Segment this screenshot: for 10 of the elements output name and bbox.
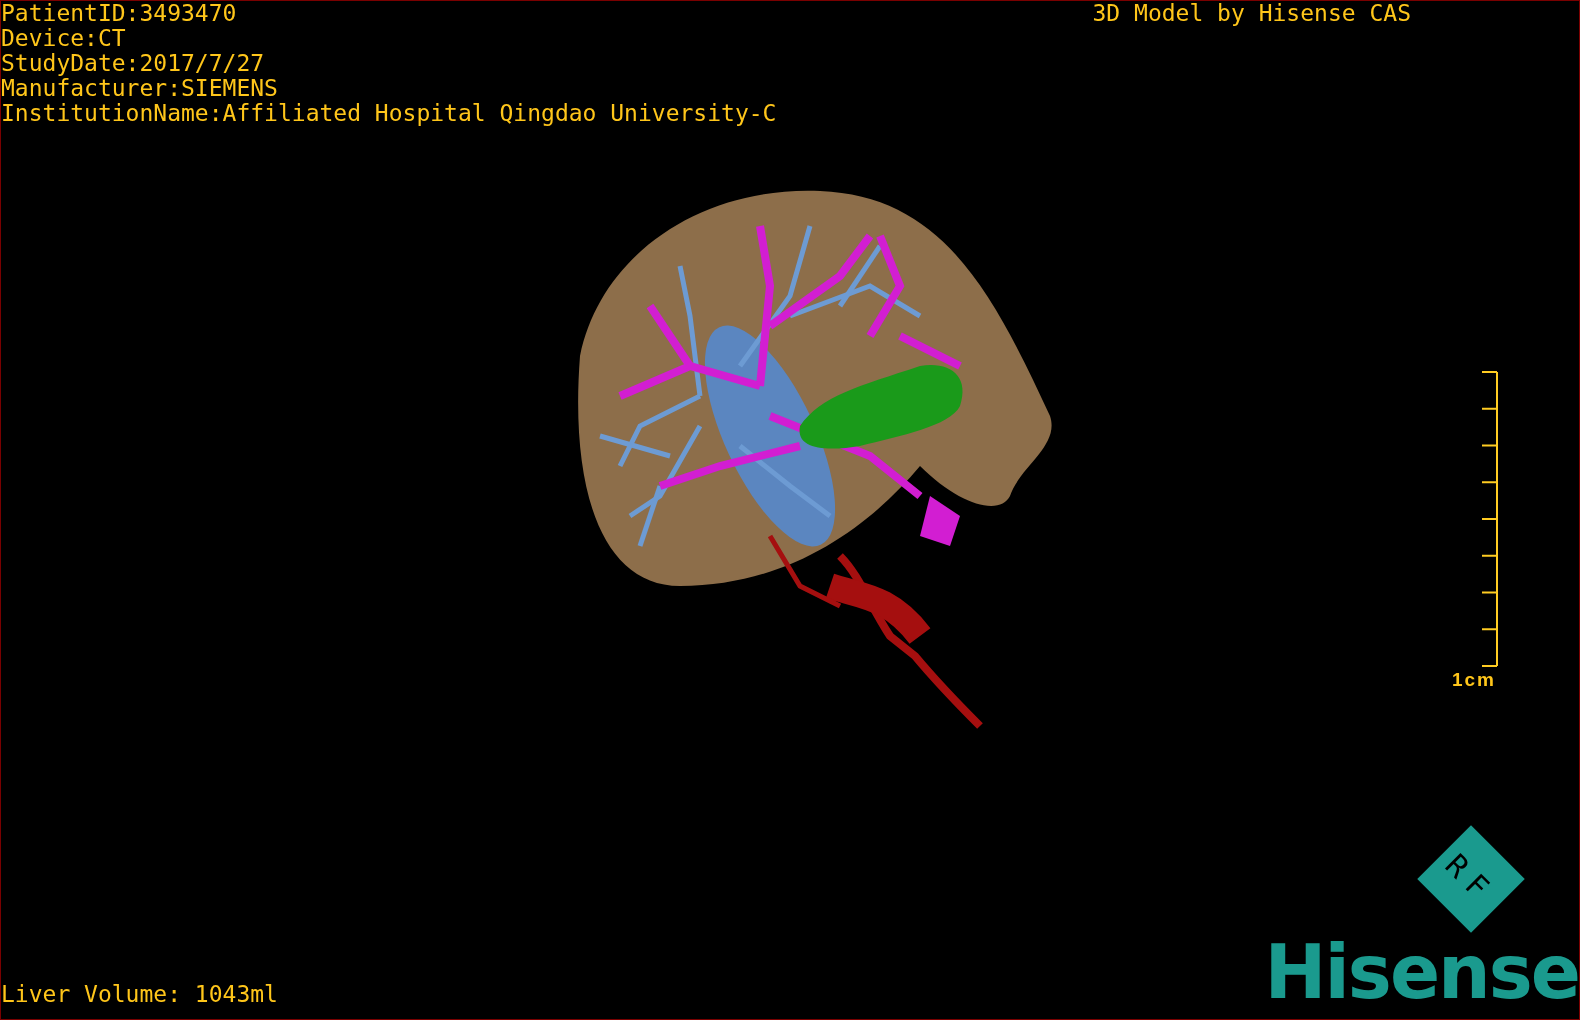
scale-label: 1cm [1452, 669, 1496, 691]
liver-volume-text: Liver Volume: 1043ml [1, 982, 278, 1009]
patient-info-line: Manufacturer:SIEMENS [1, 76, 279, 101]
patient-info-line: PatientID:3493470 [1, 1, 238, 26]
logo-badge: RF [1417, 825, 1525, 933]
viewer-title: 3D Model by Hisense CAS [1092, 1, 1411, 26]
patient-info-line: Device:CT [1, 26, 127, 51]
logo-wordmark: Hisense [1264, 937, 1579, 1017]
patient-info-line: StudyDate:2017/7/27 [1, 51, 266, 76]
patient-info-line: InstitutionName:Affiliated Hospital Qingdao University-C [1, 101, 777, 126]
